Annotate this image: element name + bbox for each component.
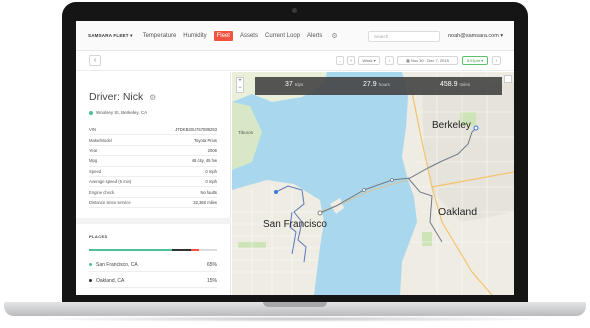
zoom-out-button[interactable]: - (336, 56, 344, 65)
vehicle-details-table: VIN JTDKB20U767089253 Make/Model Toyota Pr… (89, 125, 217, 209)
table-row: Average speed (5 min) 0 mph (89, 177, 217, 188)
driver-location: Woolsey St, Berkeley, CA (89, 110, 147, 115)
back-button[interactable]: ‹ (89, 55, 101, 66)
row-value: No faults (200, 189, 217, 195)
nav-current-loop[interactable]: Current Loop (265, 33, 300, 39)
route-end-marker (473, 125, 479, 131)
stat-hours: 27.9 hours (363, 81, 390, 88)
row-label: Engine check (89, 189, 115, 195)
nav-alerts[interactable]: Alerts (307, 33, 322, 39)
laptop-base (4, 302, 586, 316)
user-menu[interactable]: noah@samsara.com ▾ (448, 33, 503, 39)
location-pin-icon (89, 110, 93, 115)
prev-button[interactable]: ‹ (385, 56, 394, 65)
table-row: Make/Model Toyota Prius (89, 135, 217, 146)
row-label: Mpg (89, 158, 98, 164)
driver-title: Driver: Nick ⚙ (89, 91, 156, 103)
row-label: Distance since service (89, 199, 131, 205)
gear-icon[interactable]: ⚙ (331, 32, 337, 40)
nav-temperature[interactable]: Temperature (143, 33, 177, 39)
row-label: Average speed (5 min) (89, 179, 132, 185)
range-select[interactable]: Week ▾ (358, 56, 380, 65)
row-value: 0 mph (205, 179, 217, 185)
app-screen: SAMSARA FLEET ▾ Temperature Humidity Fle… (76, 21, 514, 295)
stat-unit: hours (378, 82, 390, 87)
place-percent: 15% (206, 277, 217, 284)
map-label-berkeley: Berkeley (432, 120, 471, 131)
table-row: Mpg 48 city, 45 hw (89, 156, 217, 167)
place-dot-icon (89, 279, 92, 282)
time-select[interactable]: 5:01pm ▾ (462, 56, 488, 65)
nav-fleet[interactable]: Fleet (213, 30, 233, 41)
map-zoom-in-button[interactable]: + (237, 78, 243, 85)
place-name: Oakland, CA (96, 277, 125, 284)
places-distribution-bar (89, 249, 217, 251)
stat-value: 37 (285, 81, 293, 88)
date-range-picker[interactable]: ▦ Nov 30 - Dec 7, 2015 (397, 56, 458, 65)
map-label-oakland: Oakland (438, 206, 478, 218)
row-value: 0 mph (205, 168, 217, 174)
row-value: Toyota Prius (193, 137, 217, 143)
row-label: Make/Model (89, 137, 112, 143)
row-value: 2006 (207, 147, 217, 153)
bar-segment-other (191, 249, 200, 251)
map-zoom-control: + − (236, 77, 244, 93)
map-label-tiburon: Tiburon (238, 130, 254, 135)
trip-stats-bar: 37 trips 27.9 hours 458.9 miles (255, 77, 502, 95)
table-row: Speed 0 mph (89, 167, 217, 177)
list-item[interactable]: Oakland, CA 15% (89, 274, 217, 288)
zoom-in-button[interactable]: + (347, 56, 355, 65)
row-value: JTDKB20U767089253 (175, 127, 217, 133)
map-layers-icon[interactable] (504, 75, 512, 83)
place-name: San Francisco, CA (96, 261, 138, 268)
stat-unit: miles (459, 82, 471, 87)
row-value: 48 city, 45 hw (191, 158, 217, 164)
toolbar: ‹ - + Week ▾ ‹ ▦ Nov 30 - Dec 7, 2015 5:… (76, 51, 514, 71)
map-canvas (232, 72, 514, 295)
nav-humidity[interactable]: Humidity (183, 33, 206, 39)
route-start-marker (274, 190, 278, 194)
table-row: Engine check No faults (89, 187, 217, 198)
row-label: Speed (89, 168, 102, 174)
stat-trips: 37 trips (285, 81, 303, 88)
map[interactable]: Berkeley Oakland San Francisco Tiburon (232, 72, 514, 295)
stat-miles: 458.9 miles (440, 81, 470, 88)
driver-name: Driver: Nick (89, 91, 144, 103)
stat-value: 27.9 (363, 81, 377, 88)
table-row: VIN JTDKB20U767089253 (89, 125, 217, 136)
place-dot-icon (89, 263, 92, 266)
search-input[interactable]: Search (368, 31, 440, 42)
row-label: VIN (89, 127, 96, 133)
table-row: Distance since service 32,360 miles (89, 198, 217, 209)
row-value: 32,360 miles (193, 199, 217, 205)
map-zoom-out-button[interactable]: − (237, 85, 243, 92)
row-label: Year (89, 147, 98, 153)
driver-panel: Driver: Nick ⚙ Woolsey St, Berkeley, CA … (76, 72, 231, 295)
nav-assets[interactable]: Assets (240, 33, 258, 39)
stat-value: 458.9 (440, 81, 458, 88)
base-shadow (28, 316, 562, 322)
camera-icon (292, 8, 297, 13)
stat-unit: trips (294, 82, 304, 87)
places-title: PLACES (89, 234, 108, 239)
table-row: Year 2006 (89, 146, 217, 157)
list-item[interactable]: San Francisco, CA 65% (89, 258, 217, 272)
next-button[interactable]: › (492, 56, 501, 65)
place-percent: 65% (206, 261, 217, 268)
bar-segment-oakland (172, 249, 192, 251)
base-notch (263, 302, 327, 307)
location-text: Woolsey St, Berkeley, CA (96, 110, 148, 115)
map-label-san-francisco: San Francisco (263, 219, 327, 230)
brand-menu[interactable]: SAMSARA FLEET ▾ (88, 33, 133, 39)
bar-segment-sf (89, 249, 173, 251)
gear-icon[interactable]: ⚙ (149, 93, 156, 102)
places-section: PLACES San Francisco, CA 65% Oakland, CA… (76, 218, 231, 295)
